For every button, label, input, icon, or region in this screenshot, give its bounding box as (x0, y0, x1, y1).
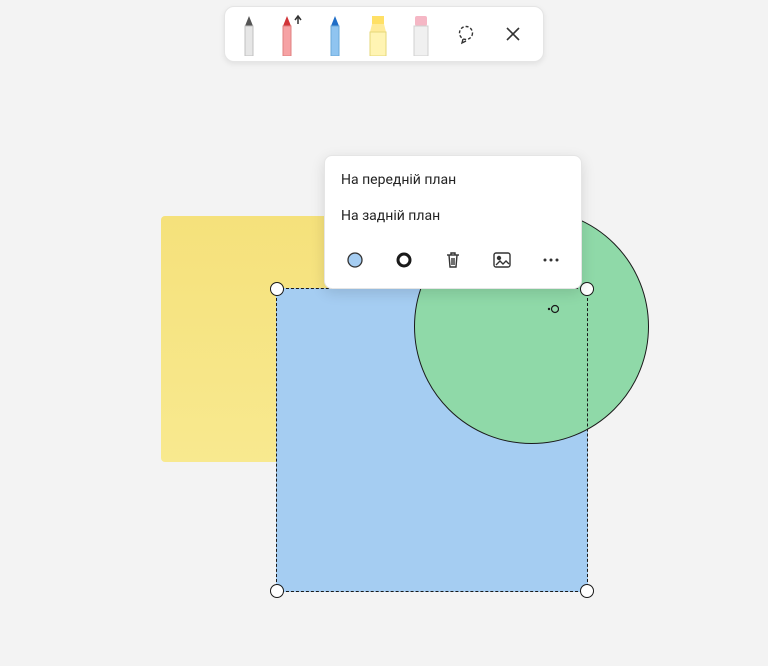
menu-send-to-back[interactable]: На задній план (325, 198, 581, 234)
resize-handle-tr[interactable] (580, 282, 594, 296)
fill-color-icon[interactable] (339, 244, 370, 276)
outline-color-icon[interactable] (388, 244, 419, 276)
resize-handle-tl[interactable] (270, 282, 284, 296)
menu-icon-row (325, 234, 581, 284)
resize-handle-br[interactable] (580, 584, 594, 598)
menu-bring-to-front[interactable]: На передній план (325, 162, 581, 198)
more-icon[interactable] (536, 244, 567, 276)
image-icon[interactable] (487, 244, 518, 276)
resize-handle-bl[interactable] (270, 584, 284, 598)
context-menu: На передній план На задній план (324, 155, 582, 289)
canvas[interactable] (0, 0, 768, 666)
delete-icon[interactable] (437, 244, 468, 276)
